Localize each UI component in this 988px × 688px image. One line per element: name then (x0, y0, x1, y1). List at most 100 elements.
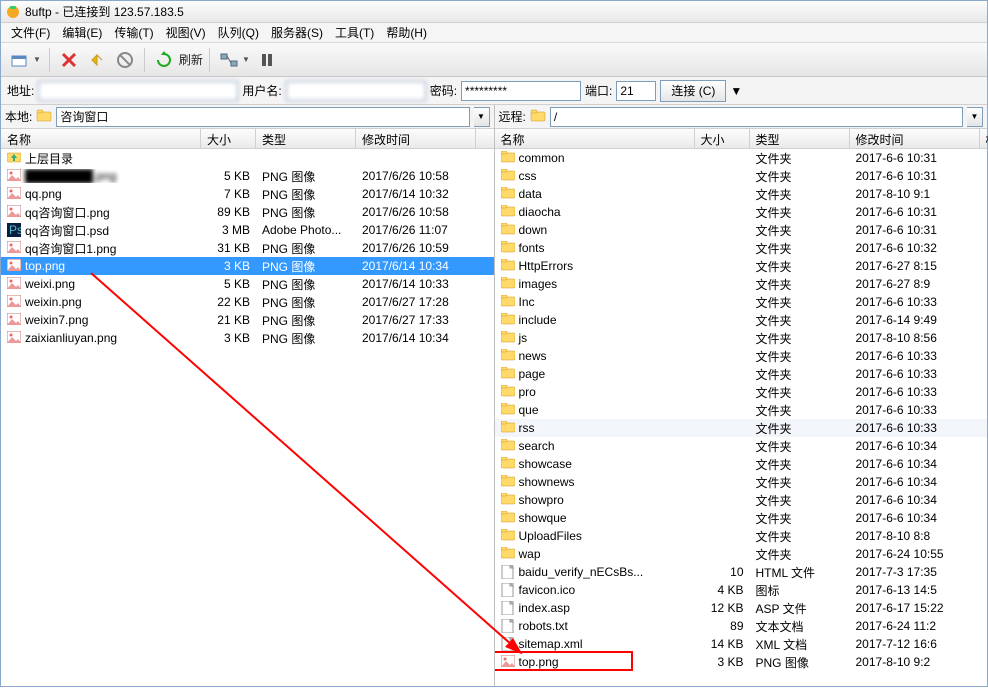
file-row[interactable]: baidu_verify_nECsBs...10HTML 文件2017-7-3 … (495, 563, 988, 581)
file-row[interactable]: js文件夹2017-8-10 8:56 (495, 329, 988, 347)
updir-row[interactable]: 上层目录 (1, 149, 494, 167)
col-size[interactable]: 大小 (695, 129, 750, 148)
connect-history-dropdown[interactable]: ▼ (730, 84, 742, 98)
col-name[interactable]: 名称 (1, 129, 201, 148)
local-path-dropdown[interactable]: ▼ (474, 107, 490, 127)
file-row[interactable]: down文件夹2017-6-6 10:31 (495, 221, 988, 239)
file-date: 2017/6/27 17:33 (356, 313, 476, 327)
col-type[interactable]: 类型 (256, 129, 356, 148)
password-input[interactable] (461, 81, 581, 101)
menu-tools[interactable]: 工具(T) (329, 22, 380, 43)
reconnect-icon[interactable] (84, 47, 110, 73)
file-name: index.asp (519, 601, 570, 615)
file-row[interactable]: pro文件夹2017-6-6 10:33 (495, 383, 988, 401)
menu-file[interactable]: 文件(F) (5, 22, 56, 43)
connect-icon[interactable] (7, 47, 33, 73)
file-row[interactable]: css文件夹2017-6-6 10:31 (495, 167, 988, 185)
file-row[interactable]: weixin.png22 KBPNG 图像2017/6/27 17:28 (1, 293, 494, 311)
file-row[interactable]: Psqq咨询窗口.psd3 MBAdobe Photo...2017/6/26 … (1, 221, 494, 239)
col-perm[interactable]: 权限 (980, 129, 988, 148)
menu-edit[interactable]: 编辑(E) (56, 22, 108, 43)
transfer-mode-icon[interactable] (216, 47, 242, 73)
username-input[interactable] (286, 81, 426, 101)
col-name[interactable]: 名称 (495, 129, 695, 148)
file-row[interactable]: news文件夹2017-6-6 10:33 (495, 347, 988, 365)
file-row[interactable]: weixi.png5 KBPNG 图像2017/6/14 10:33 (1, 275, 494, 293)
file-row[interactable]: ████████.png5 KBPNG 图像2017/6/26 10:58 (1, 167, 494, 185)
transfer-mode-dropdown[interactable]: ▼ (242, 55, 250, 64)
menu-transfer[interactable]: 传输(T) (108, 22, 159, 43)
file-row[interactable]: top.png3 KBPNG 图像2017-8-10 9:2 (495, 653, 988, 671)
file-date: 2017/6/26 10:59 (356, 241, 476, 255)
col-size[interactable]: 大小 (201, 129, 256, 148)
file-row[interactable]: showcase文件夹2017-6-6 10:34 (495, 455, 988, 473)
file-row[interactable]: HttpErrors文件夹2017-6-27 8:15 (495, 257, 988, 275)
file-row[interactable]: robots.txt89文本文档2017-6-24 11:2 (495, 617, 988, 635)
file-type: 文件夹 (750, 510, 850, 527)
col-date[interactable]: 修改时间 (356, 129, 476, 148)
file-row[interactable]: zaixianliuyan.png3 KBPNG 图像2017/6/14 10:… (1, 329, 494, 347)
file-name: news (519, 349, 547, 363)
address-input[interactable] (38, 81, 238, 101)
refresh-label[interactable]: 刷新 (179, 51, 203, 68)
remote-path-input[interactable]: / (550, 107, 963, 127)
file-row[interactable]: top.png3 KBPNG 图像2017/6/14 10:34 (1, 257, 494, 275)
file-row[interactable]: page文件夹2017-6-6 10:33 (495, 365, 988, 383)
col-date[interactable]: 修改时间 (850, 129, 980, 148)
titlebar[interactable]: 8uftp - 已连接到 123.57.183.5 (1, 1, 987, 23)
file-row[interactable]: qq.png7 KBPNG 图像2017/6/14 10:32 (1, 185, 494, 203)
port-input[interactable] (616, 81, 656, 101)
file-icon (501, 367, 515, 381)
file-row[interactable]: include文件夹2017-6-14 9:49 (495, 311, 988, 329)
file-size: 4 KB (695, 583, 750, 597)
file-row[interactable]: images文件夹2017-6-27 8:9 (495, 275, 988, 293)
file-row[interactable]: que文件夹2017-6-6 10:33 (495, 401, 988, 419)
file-name: qq咨询窗口.png (25, 204, 110, 221)
remote-label: 远程: (499, 108, 526, 125)
connect-button[interactable]: 连接 (C) (660, 80, 726, 102)
file-row[interactable]: rss文件夹2017-6-6 10:33 (495, 419, 988, 437)
file-row[interactable]: diaocha文件夹2017-6-6 10:31 (495, 203, 988, 221)
file-row[interactable]: Inc文件夹2017-6-6 10:33 (495, 293, 988, 311)
file-date: 2017-6-27 8:9 (850, 277, 980, 291)
pause-icon[interactable] (254, 47, 280, 73)
col-type[interactable]: 类型 (750, 129, 850, 148)
file-name: css (519, 169, 537, 183)
menu-help[interactable]: 帮助(H) (380, 22, 433, 43)
local-filelist[interactable]: 上层目录████████.png5 KBPNG 图像2017/6/26 10:5… (1, 149, 494, 686)
abort-icon[interactable] (112, 47, 138, 73)
connect-dropdown[interactable]: ▼ (33, 55, 41, 64)
file-row[interactable]: wap文件夹2017-6-24 10:55 (495, 545, 988, 563)
local-path-input[interactable]: 咨询窗口 (56, 107, 469, 127)
file-name: include (519, 313, 557, 327)
file-row[interactable]: search文件夹2017-6-6 10:34 (495, 437, 988, 455)
file-row[interactable]: qq咨询窗口.png89 KBPNG 图像2017/6/26 10:58 (1, 203, 494, 221)
file-icon (501, 601, 515, 615)
file-row[interactable]: favicon.ico4 KB图标2017-6-13 14:5 (495, 581, 988, 599)
file-row[interactable]: index.asp12 KBASP 文件2017-6-17 15:22 (495, 599, 988, 617)
menu-queue[interactable]: 队列(Q) (212, 22, 265, 43)
menu-server[interactable]: 服务器(S) (265, 22, 329, 43)
file-date: 2017-6-17 15:22 (850, 601, 980, 615)
file-row[interactable]: qq咨询窗口1.png31 KBPNG 图像2017/6/26 10:59 (1, 239, 494, 257)
disconnect-icon[interactable] (56, 47, 82, 73)
file-icon (501, 349, 515, 363)
remote-path-dropdown[interactable]: ▼ (967, 107, 983, 127)
file-row[interactable]: weixin7.png21 KBPNG 图像2017/6/27 17:33 (1, 311, 494, 329)
file-row[interactable]: showpro文件夹2017-6-6 10:34 (495, 491, 988, 509)
file-row[interactable]: data文件夹2017-8-10 9:1 (495, 185, 988, 203)
file-row[interactable]: sitemap.xml14 KBXML 文档2017-7-12 16:6 (495, 635, 988, 653)
remote-filelist[interactable]: common文件夹2017-6-6 10:31css文件夹2017-6-6 10… (495, 149, 988, 686)
file-row[interactable]: showque文件夹2017-6-6 10:34 (495, 509, 988, 527)
file-date: 2017-6-24 10:55 (850, 547, 980, 561)
file-row[interactable]: common文件夹2017-6-6 10:31 (495, 149, 988, 167)
menu-view[interactable]: 视图(V) (160, 22, 212, 43)
file-row[interactable]: fonts文件夹2017-6-6 10:32 (495, 239, 988, 257)
file-row[interactable]: UploadFiles文件夹2017-8-10 8:8 (495, 527, 988, 545)
refresh-icon[interactable] (151, 47, 177, 73)
file-date: 2017-6-6 10:34 (850, 457, 980, 471)
file-date: 2017-6-6 10:31 (850, 151, 980, 165)
file-date: 2017-7-3 17:35 (850, 565, 980, 579)
file-type: PNG 图像 (256, 258, 356, 275)
file-row[interactable]: shownews文件夹2017-6-6 10:34 (495, 473, 988, 491)
